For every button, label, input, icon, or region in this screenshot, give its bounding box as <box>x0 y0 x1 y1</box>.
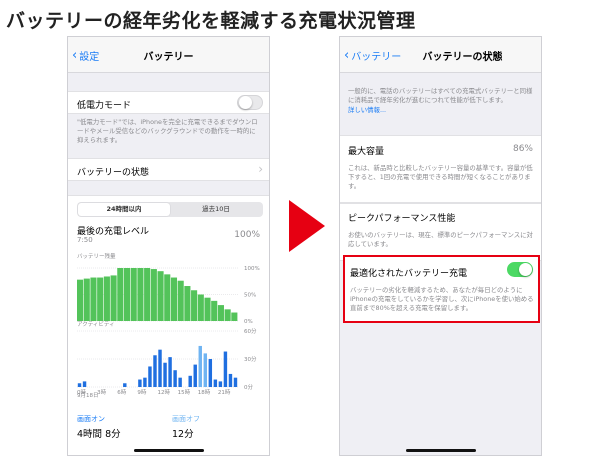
battery-bar <box>184 286 191 321</box>
activity-bar <box>208 359 213 387</box>
arrow-right-icon <box>289 200 325 252</box>
activity-x-tick: 21時 <box>218 388 231 396</box>
screen-off-value: 12分 <box>172 429 194 440</box>
battery-health-label: バッテリーの状態 <box>77 168 150 178</box>
activity-chart-title: アクティビティ <box>77 322 115 328</box>
battery-bar <box>130 268 137 321</box>
date-label: 9月18日 <box>77 393 99 399</box>
battery-bar <box>103 276 110 321</box>
usage-section: 24時間以内 過去10日 最後の充電レベル 7:50 100% バッテリー残量 … <box>68 195 269 455</box>
activity-y-tick: 0分 <box>244 383 253 391</box>
battery-health-row[interactable]: バッテリーの状態 › <box>68 158 269 181</box>
chevron-right-icon: › <box>258 162 263 176</box>
activity-bar <box>213 379 218 387</box>
activity-x-tick: 15時 <box>178 388 191 396</box>
battery-health-screen: ‹ バッテリー バッテリーの状態 一般的に、電話のバッテリーはすべての充電式バッ… <box>339 36 542 456</box>
activity-x-tick: 12時 <box>158 388 171 396</box>
low-power-label: 低電力モード <box>77 101 132 111</box>
nav-bar: ‹ バッテリー バッテリーの状態 <box>340 37 541 73</box>
activity-x-tick: 9時 <box>137 388 146 396</box>
nav-bar: ‹ 設定 バッテリー <box>68 37 269 73</box>
max-capacity-label: 最大容量 <box>348 147 385 157</box>
optimized-charging-highlight: 最適化されたバッテリー充電 バッテリーの劣化を軽減するため、あなたが毎日どのよう… <box>343 255 540 323</box>
activity-bar <box>153 355 157 387</box>
activity-bar <box>178 377 182 387</box>
chevron-left-icon: ‹ <box>344 47 350 63</box>
battery-bar <box>217 305 224 321</box>
activity-bar <box>228 373 233 387</box>
optimized-charging-footnote: バッテリーの劣化を軽減するため、あなたが毎日どのようにiPhoneの充電をしてい… <box>350 286 534 312</box>
activity-bar <box>82 381 87 387</box>
low-power-row: 低電力モード <box>68 91 269 114</box>
battery-bar <box>90 277 97 321</box>
battery-y-tick: 0% <box>244 319 253 325</box>
activity-bar <box>143 377 147 387</box>
max-capacity-footnote: これは、新品時と比較したバッテリー容量の基準です。容量が低下すると、1回の充電で… <box>348 164 533 190</box>
page-title: バッテリーの経年劣化を軽減する充電状況管理 <box>6 10 416 32</box>
activity-bar <box>173 370 177 387</box>
battery-bar <box>170 277 178 321</box>
activity-y-tick: 60分 <box>244 327 257 335</box>
battery-bar <box>117 268 124 321</box>
activity-bar <box>148 366 152 387</box>
activity-bar <box>218 381 223 387</box>
battery-bar <box>77 279 84 321</box>
battery-bar <box>211 300 218 321</box>
activity-bar <box>138 379 142 387</box>
activity-bar <box>198 345 202 387</box>
intro-text: 一般的に、電話のバッテリーはすべての充電式バッテリーと同様に消耗品で経年劣化が進… <box>340 73 541 129</box>
low-power-toggle[interactable] <box>237 95 263 110</box>
battery-y-tick: 100% <box>244 266 260 272</box>
max-capacity-section: 最大容量 86% これは、新品時と比較したバッテリー容量の基準です。容量が低下す… <box>340 135 541 203</box>
activity-bar <box>168 357 172 387</box>
screen-on-label: 画面オン <box>77 415 105 423</box>
optimized-charging-label: 最適化されたバッテリー充電 <box>350 269 468 279</box>
optimized-charging-toggle[interactable] <box>507 262 533 277</box>
battery-settings-screen: ‹ 設定 バッテリー 低電力モード "低電力モード"では、iPhoneを完全に充… <box>67 36 270 456</box>
toggle-knob <box>239 96 252 109</box>
battery-bar <box>83 278 90 321</box>
screen-on-value: 4時間 8分 <box>77 429 121 440</box>
intro-body: 一般的に、電話のバッテリーはすべての充電式バッテリーと同様に消耗品で経年劣化が進… <box>348 87 533 104</box>
activity-bar <box>223 351 228 387</box>
nav-title: バッテリー <box>143 52 194 63</box>
battery-y-tick: 50% <box>244 293 256 299</box>
battery-bar <box>110 275 117 321</box>
peak-performance-footnote: お使いのバッテリーは、現在、標準のピークパフォーマンスに対応しています。 <box>348 231 533 248</box>
battery-bar <box>231 312 238 321</box>
screen-off-label: 画面オフ <box>172 415 200 423</box>
activity-bar <box>203 353 208 387</box>
battery-bar <box>197 294 204 321</box>
battery-bar <box>97 277 104 321</box>
battery-bar <box>157 271 164 321</box>
low-power-footnote: "低電力モード"では、iPhoneを完全に充電できるまでダウンロードやメール受信… <box>77 118 258 144</box>
battery-bar <box>204 297 211 321</box>
peak-performance-section: ピークパフォーマンス性能 お使いのバッテリーは、現在、標準のピークパフォーマンス… <box>340 203 541 261</box>
battery-bar <box>137 268 144 321</box>
battery-bar <box>150 269 157 321</box>
activity-x-tick: 6時 <box>117 388 126 396</box>
activity-bar <box>188 375 192 387</box>
home-indicator <box>134 449 204 452</box>
activity-bar <box>233 377 238 387</box>
battery-bar <box>224 309 231 321</box>
activity-bar <box>123 383 127 387</box>
battery-bar <box>177 280 184 321</box>
home-indicator <box>406 449 476 452</box>
nav-title: バッテリーの状態 <box>422 52 503 63</box>
peak-performance-label: ピークパフォーマンス性能 <box>348 214 456 224</box>
activity-bar <box>163 362 167 387</box>
activity-y-tick: 30分 <box>244 355 257 363</box>
activity-bar <box>193 364 197 387</box>
learn-more-link[interactable]: 詳しい情報... <box>348 106 533 115</box>
battery-bar <box>144 268 151 321</box>
battery-bar <box>191 290 198 321</box>
battery-bar <box>123 268 131 321</box>
activity-bar <box>158 349 162 387</box>
activity-bar <box>77 383 82 387</box>
max-capacity-value: 86% <box>512 144 533 154</box>
battery-bar <box>164 274 171 321</box>
toggle-knob <box>519 263 532 276</box>
activity-x-tick: 18時 <box>198 388 211 396</box>
